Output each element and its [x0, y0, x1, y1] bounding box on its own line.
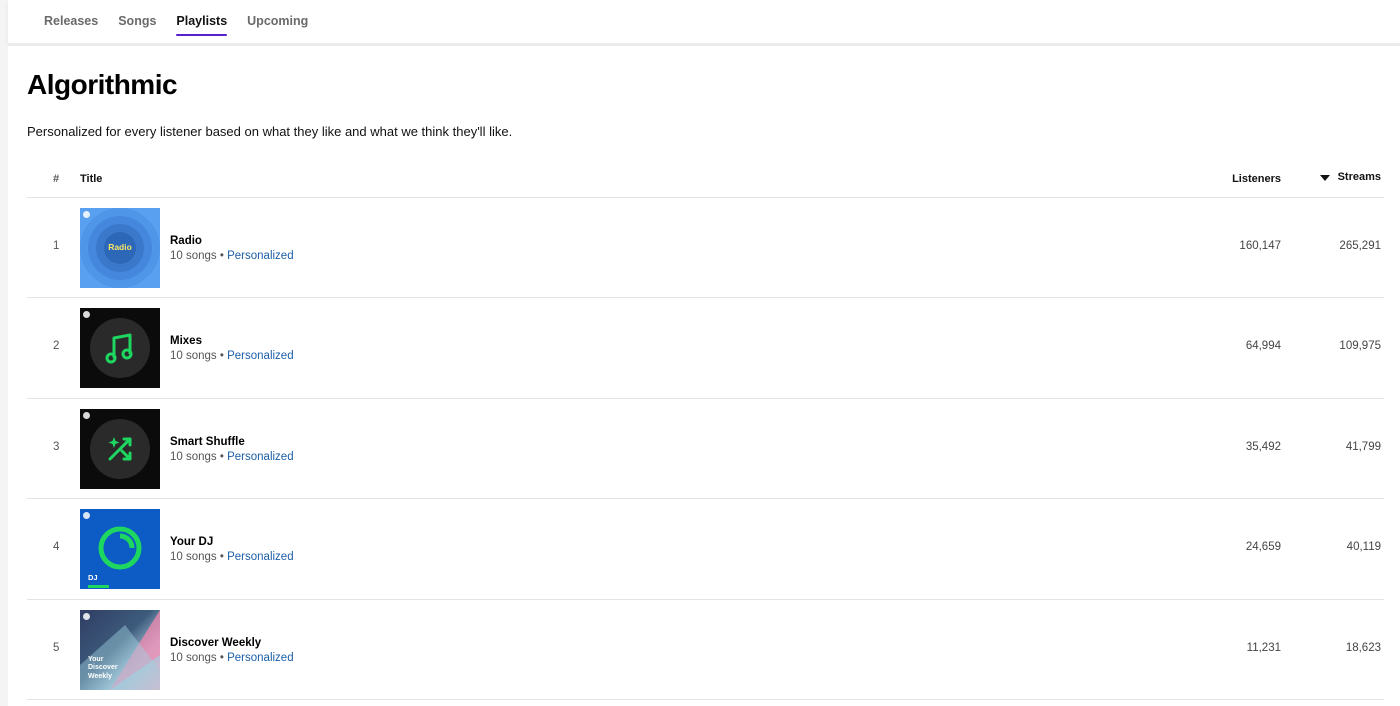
- playlist-meta: Radio 10 songs • Personalized: [170, 234, 294, 264]
- playlist-subtitle: 10 songs • Personalized: [170, 350, 294, 363]
- cover-label: Radio: [108, 242, 132, 252]
- row-number: 5: [53, 641, 60, 654]
- playlist-cover-radio[interactable]: Radio: [80, 208, 160, 288]
- tab-upcoming[interactable]: Upcoming: [247, 0, 308, 44]
- tab-playlists[interactable]: Playlists: [176, 0, 227, 44]
- table-row[interactable]: 3 Smart Shuffle 10 songs • Personalized …: [27, 399, 1384, 500]
- table-row[interactable]: 2 Mixes 10 songs • Personalized 64,994 1…: [27, 298, 1384, 399]
- table-row[interactable]: 4 DJ Your DJ 10 songs • Personalized 24,…: [27, 499, 1384, 600]
- section-description: Personalized for every listener based on…: [27, 124, 513, 139]
- row-number: 4: [53, 541, 60, 554]
- personalized-link[interactable]: Personalized: [227, 652, 293, 664]
- playlist-meta: Mixes 10 songs • Personalized: [170, 334, 294, 364]
- spotify-logo-icon: [83, 612, 90, 620]
- song-count: 10 songs: [170, 551, 217, 564]
- header-title[interactable]: Title: [80, 173, 102, 185]
- song-count: 10 songs: [170, 450, 217, 463]
- playlist-subtitle: 10 songs • Personalized: [170, 250, 294, 262]
- song-count: 10 songs: [170, 250, 217, 262]
- playlist-name[interactable]: Discover Weekly: [170, 636, 294, 650]
- tab-songs[interactable]: Songs: [118, 0, 156, 44]
- playlist-cover-mixes[interactable]: [80, 308, 160, 389]
- table-row[interactable]: 5 Your Discover Weekly Discover Weekly 1…: [27, 600, 1384, 700]
- section-title: Algorithmic: [27, 69, 178, 100]
- tab-bar: Releases Songs Playlists Upcoming: [44, 0, 328, 44]
- personalized-link[interactable]: Personalized: [227, 551, 293, 563]
- song-count: 10 songs: [170, 350, 217, 363]
- streams-count: 41,799: [1345, 440, 1381, 453]
- row-number: 1: [53, 240, 60, 252]
- listeners-count: 160,147: [1239, 240, 1281, 252]
- playlist-subtitle: 10 songs • Personalized: [170, 450, 294, 463]
- header-streams-label: Streams: [1337, 171, 1381, 183]
- top-nav-bar: Releases Songs Playlists Upcoming: [8, 0, 1400, 44]
- playlist-name[interactable]: Your DJ: [170, 535, 294, 549]
- row-number: 2: [53, 340, 60, 353]
- playlist-meta: Your DJ 10 songs • Personalized: [170, 535, 294, 565]
- personalized-link[interactable]: Personalized: [227, 250, 293, 262]
- listeners-count: 24,659: [1245, 541, 1281, 554]
- playlist-meta: Smart Shuffle 10 songs • Personalized: [170, 435, 294, 465]
- playlist-subtitle: 10 songs • Personalized: [170, 551, 294, 564]
- table-row[interactable]: 1 Radio Radio 10 songs • Personalized 16: [27, 198, 1384, 299]
- sort-descending-icon: [1319, 174, 1330, 181]
- tab-releases[interactable]: Releases: [44, 0, 98, 44]
- playlist-name[interactable]: Mixes: [170, 334, 294, 348]
- playlist-name[interactable]: Radio: [170, 234, 294, 248]
- personalized-link[interactable]: Personalized: [227, 451, 293, 463]
- playlist-cover-smart-shuffle[interactable]: [80, 408, 160, 489]
- streams-count: 109,975: [1339, 340, 1381, 353]
- listeners-count: 64,994: [1245, 340, 1281, 353]
- shuffle-icon: [108, 436, 132, 461]
- playlist-table-body: 1 Radio Radio 10 songs • Personalized 16: [27, 198, 1384, 700]
- playlist-cover-your-dj[interactable]: DJ: [80, 509, 160, 590]
- playlist-subtitle: 10 songs • Personalized: [170, 651, 294, 664]
- streams-count: 265,291: [1339, 240, 1381, 252]
- listeners-count: 35,492: [1245, 440, 1281, 453]
- spotify-logo-icon: [83, 411, 90, 419]
- streams-count: 40,119: [1346, 541, 1381, 554]
- cover-label: DJ: [88, 573, 98, 583]
- header-streams[interactable]: Streams: [1319, 171, 1381, 183]
- streams-count: 18,623: [1345, 641, 1381, 654]
- main-content: Algorithmic Personalized for every liste…: [8, 46, 1400, 706]
- playlist-name[interactable]: Smart Shuffle: [170, 435, 294, 449]
- header-listeners[interactable]: Listeners: [1232, 173, 1281, 185]
- personalized-link[interactable]: Personalized: [227, 350, 293, 362]
- header-number: #: [53, 173, 60, 185]
- cover-label: Your Discover Weekly: [88, 655, 118, 680]
- playlist-meta: Discover Weekly 10 songs • Personalized: [170, 636, 294, 666]
- listeners-count: 11,231: [1246, 641, 1281, 654]
- song-count: 10 songs: [170, 651, 217, 664]
- table-header: # Title Listeners Streams: [27, 164, 1384, 198]
- music-note-icon: [105, 333, 133, 364]
- playlist-cover-discover-weekly[interactable]: Your Discover Weekly: [80, 609, 160, 690]
- spotify-logo-icon: [83, 211, 90, 218]
- row-number: 3: [53, 440, 60, 453]
